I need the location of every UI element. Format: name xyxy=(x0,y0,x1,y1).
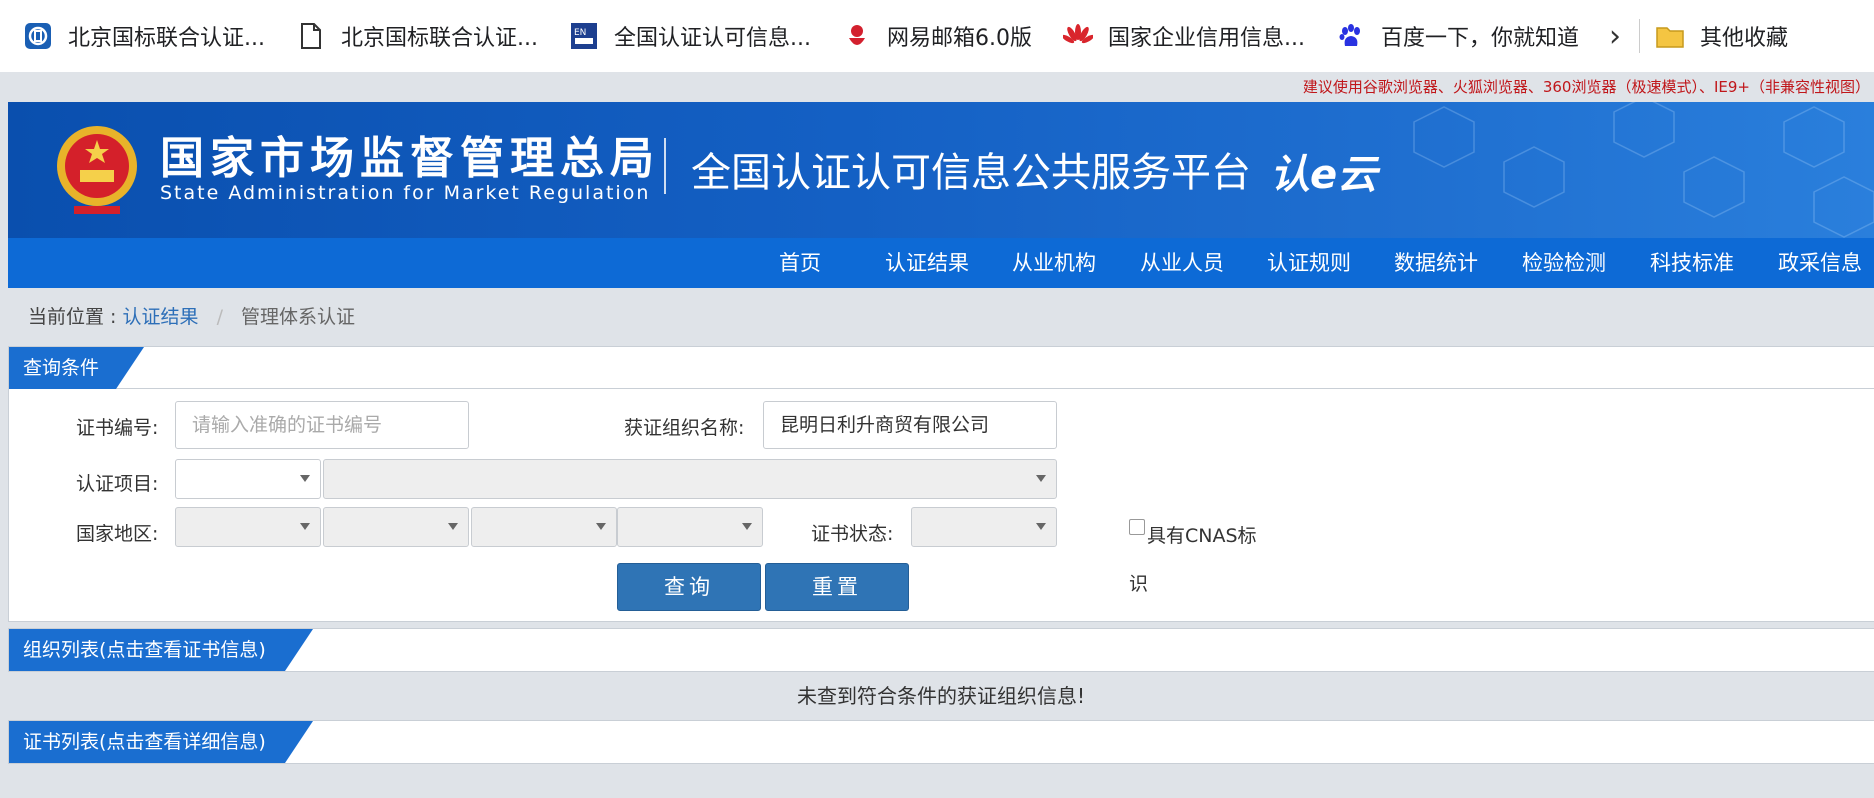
query-panel-header: 查询条件 xyxy=(9,347,1874,389)
org-name-cn: 国家市场监督管理总局 xyxy=(160,133,660,184)
nav-procurement[interactable]: 政采信息 xyxy=(1778,238,1862,288)
project-label: 认证项目: xyxy=(76,473,159,495)
org-list-title: 组织列表(点击查看证书信息) xyxy=(9,629,313,671)
huawei-icon xyxy=(1062,20,1094,52)
bookmark-label: 网易邮箱6.0版 xyxy=(886,26,1032,51)
nav-cert-results[interactable]: 认证结果 xyxy=(885,238,969,288)
header-divider xyxy=(664,138,666,194)
browser-notice: 建议使用谷歌浏览器、火狐浏览器、360浏览器（极速模式）、IE9+（非兼容性视图… xyxy=(1302,78,1870,96)
district-select[interactable] xyxy=(617,507,763,547)
national-emblem-icon xyxy=(57,126,137,214)
cert-list-panel: 证书列表(点击查看详细信息) xyxy=(8,720,1874,764)
search-button[interactable]: 查询 xyxy=(617,563,761,611)
project-select[interactable] xyxy=(175,459,321,499)
city-select[interactable] xyxy=(471,507,617,547)
cert-list-header: 证书列表(点击查看详细信息) xyxy=(9,721,1874,763)
web-page: 建议使用谷歌浏览器、火狐浏览器、360浏览器（极速模式）、IE9+（非兼容性视图… xyxy=(8,72,1874,798)
bookmark-label: 全国认证认可信息... xyxy=(613,26,811,51)
bookmark-item[interactable]: 国家企业信用信息... xyxy=(1062,20,1305,52)
nav-inspection[interactable]: 检验检测 xyxy=(1522,238,1606,288)
chevron-right-icon[interactable]: › xyxy=(1609,19,1621,54)
netease-mail-icon xyxy=(841,20,873,52)
subproject-select[interactable] xyxy=(323,459,1057,499)
nav-home[interactable]: 首页 xyxy=(779,238,821,288)
dropdown-arrow-icon xyxy=(596,523,606,530)
province-select[interactable] xyxy=(323,507,469,547)
bookmark-item[interactable]: 北京国标联合认证... xyxy=(295,20,538,52)
folder-icon xyxy=(1654,20,1686,52)
query-panel: 查询条件 证书编号: 获证组织名称: 昆明日利升商贸有限公司 认证项目: 国家地… xyxy=(8,346,1874,622)
dropdown-arrow-icon xyxy=(300,475,310,482)
nav-cert-rules[interactable]: 认证规则 xyxy=(1267,238,1351,288)
org-name-input[interactable]: 昆明日利升商贸有限公司 xyxy=(763,401,1057,449)
org-name-en: State Administration for Market Regulati… xyxy=(160,182,651,204)
header-banner: 国家市场监督管理总局 State Administration for Mark… xyxy=(8,102,1874,238)
status-select[interactable] xyxy=(911,507,1057,547)
cnas-checkbox[interactable] xyxy=(1129,519,1145,535)
other-bookmarks-folder[interactable]: 其他收藏 xyxy=(1654,20,1788,52)
cert-list-title: 证书列表(点击查看详细信息) xyxy=(9,721,313,763)
status-label: 证书状态: xyxy=(811,523,894,545)
cnas-label: 具有CNAS标 xyxy=(1147,525,1257,547)
org-list-header: 组织列表(点击查看证书信息) xyxy=(9,629,1874,671)
bookmark-item[interactable]: 网易邮箱6.0版 xyxy=(841,20,1032,52)
renyun-logo: 认e云 xyxy=(1270,152,1378,198)
org-list-empty-message: 未查到符合条件的获证组织信息! xyxy=(796,684,1086,708)
breadcrumb-link-cert-results[interactable]: 认证结果 xyxy=(123,306,199,328)
dropdown-arrow-icon xyxy=(448,523,458,530)
nav-institutions[interactable]: 从业机构 xyxy=(1012,238,1096,288)
bookmark-item[interactable]: EN 全国认证认可信息... xyxy=(568,20,811,52)
platform-title: 全国认证认可信息公共服务平台 xyxy=(691,150,1251,196)
cert-no-input[interactable] xyxy=(175,401,469,449)
dropdown-arrow-icon xyxy=(1036,475,1046,482)
cnca-icon: EN xyxy=(568,20,600,52)
bookmark-item[interactable]: 北京国标联合认证... xyxy=(22,20,265,52)
svg-text:EN: EN xyxy=(574,28,586,38)
cnas-label-wrap: 识 xyxy=(1129,573,1149,595)
nav-personnel[interactable]: 从业人员 xyxy=(1140,238,1224,288)
breadcrumb: 当前位置 : 认证结果 / 管理体系认证 xyxy=(8,288,1874,346)
dropdown-arrow-icon xyxy=(300,523,310,530)
main-nav: 首页 认证结果 从业机构 从业人员 认证规则 数据统计 检验检测 科技标准 政采… xyxy=(8,238,1874,288)
breadcrumb-prefix: 当前位置 : xyxy=(28,306,117,328)
reset-button[interactable]: 重置 xyxy=(765,563,909,611)
bookmarks-divider xyxy=(1638,19,1640,53)
region-label: 国家地区: xyxy=(76,523,159,545)
nav-statistics[interactable]: 数据统计 xyxy=(1394,238,1478,288)
baidu-paw-icon xyxy=(1335,20,1367,52)
query-panel-title: 查询条件 xyxy=(9,347,144,389)
bookmark-label: 国家企业信用信息... xyxy=(1107,26,1305,51)
org-list-panel: 组织列表(点击查看证书信息) xyxy=(8,628,1874,672)
hexagon-pattern-decoration xyxy=(1413,102,1874,238)
bookmark-item[interactable]: 百度一下，你就知道 xyxy=(1335,20,1579,52)
org-name-label: 获证组织名称: xyxy=(624,417,745,439)
bookmark-label: 百度一下，你就知道 xyxy=(1380,26,1579,51)
bookmarks-bar: 北京国标联合认证... 北京国标联合认证... EN 全国认证认可信息... 网… xyxy=(0,0,1874,72)
query-form: 证书编号: 获证组织名称: 昆明日利升商贸有限公司 认证项目: 国家地区: 证书… xyxy=(9,389,1874,621)
document-icon xyxy=(295,20,327,52)
nav-tech-standards[interactable]: 科技标准 xyxy=(1650,238,1734,288)
breadcrumb-current: 管理体系认证 xyxy=(241,306,356,328)
country-select[interactable] xyxy=(175,507,321,547)
bj-logo-icon xyxy=(22,20,54,52)
bookmark-label: 北京国标联合认证... xyxy=(68,26,265,51)
bookmark-label: 北京国标联合认证... xyxy=(340,26,538,51)
dropdown-arrow-icon xyxy=(742,523,752,530)
cert-no-label: 证书编号: xyxy=(76,417,159,439)
dropdown-arrow-icon xyxy=(1036,523,1046,530)
breadcrumb-separator: / xyxy=(216,306,223,328)
bookmark-label: 其他收藏 xyxy=(1699,26,1788,51)
